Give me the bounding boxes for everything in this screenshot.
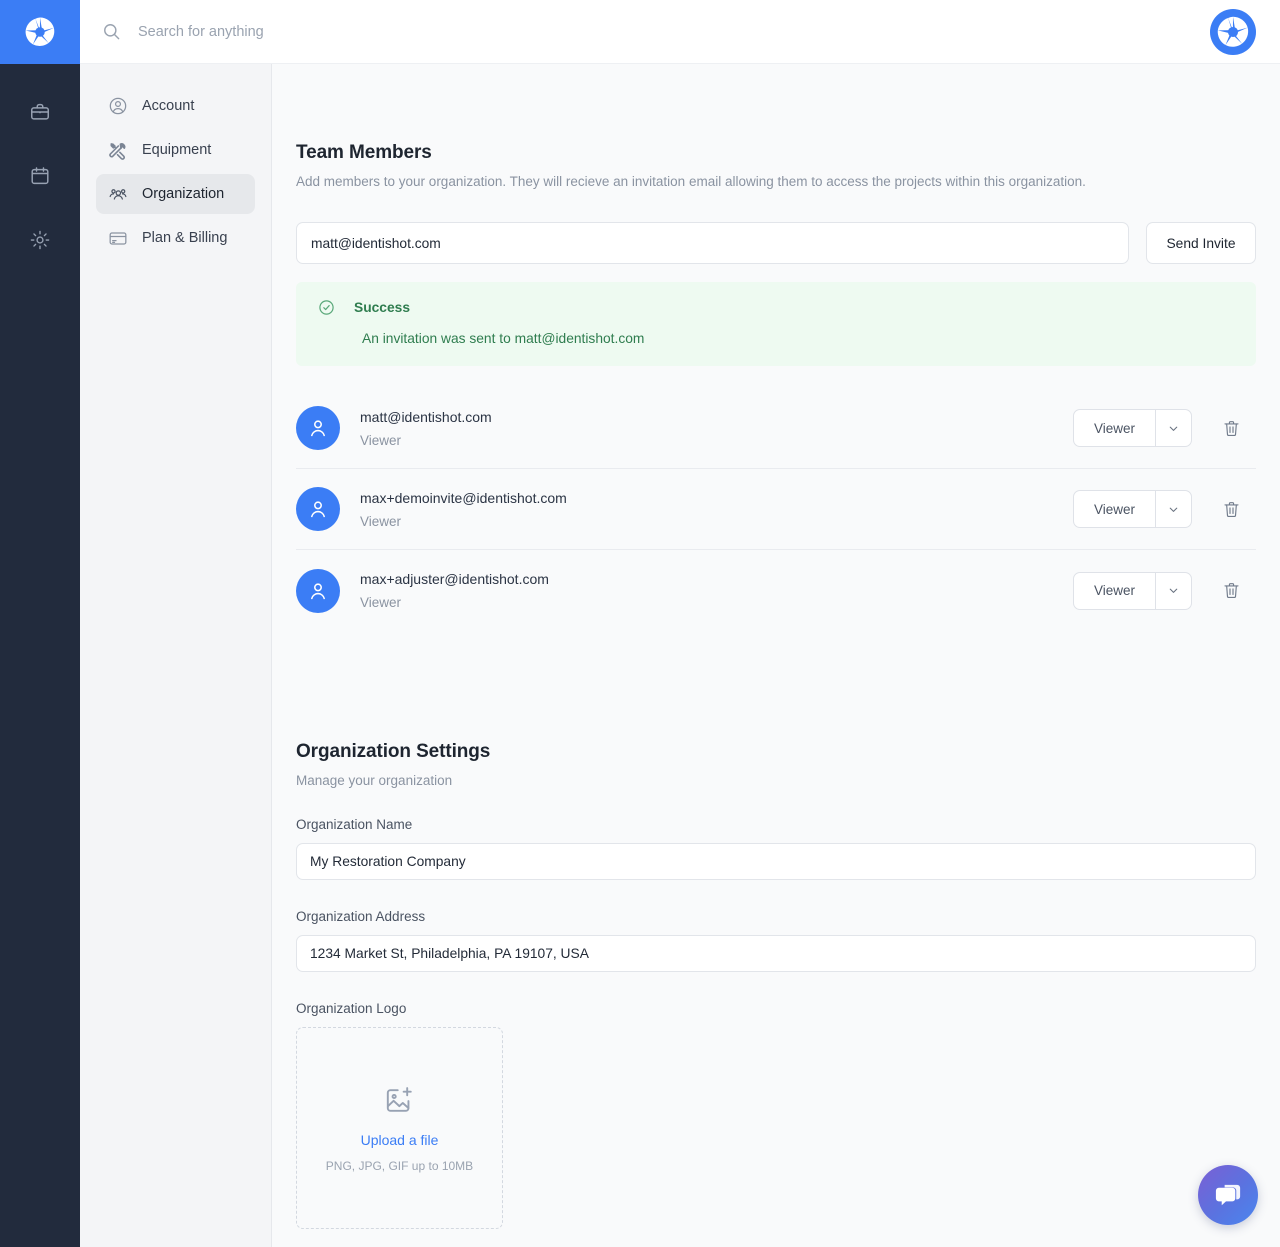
- page-subtitle: Add members to your organization. They w…: [296, 174, 1086, 189]
- sidebar-item-calendar[interactable]: [0, 144, 80, 208]
- tools-icon: [108, 140, 128, 160]
- org-address-field: Organization Address: [296, 909, 1256, 972]
- delete-member-button[interactable]: [1206, 500, 1256, 519]
- member-role: Viewer: [360, 595, 402, 610]
- trash-icon: [1223, 420, 1239, 436]
- member-info: max+adjuster@identishot.com Viewer: [360, 571, 1073, 610]
- chevron-down-icon[interactable]: [1156, 491, 1191, 527]
- delete-member-button[interactable]: [1206, 581, 1256, 600]
- briefcase-icon: [31, 103, 49, 120]
- member-info: max+demoinvite@identishot.com Viewer: [360, 490, 1073, 529]
- role-dropdown[interactable]: Viewer: [1073, 490, 1192, 528]
- main-panel: Team Members Add members to your organiz…: [272, 64, 1280, 1247]
- sidebar-item-label: Equipment: [142, 142, 212, 158]
- settings-sidebar: Account Equipment Organization Plan & Bi…: [80, 64, 272, 1247]
- chevron-down-icon[interactable]: [1156, 410, 1191, 446]
- avatar[interactable]: [1210, 8, 1256, 55]
- search-bar[interactable]: [102, 22, 1210, 41]
- sidebar-item-settings[interactable]: [0, 208, 80, 272]
- avatar: [296, 406, 340, 450]
- org-settings-title: Organization Settings: [296, 741, 491, 762]
- app-logo[interactable]: [0, 0, 80, 64]
- rail-item-list: [0, 64, 80, 272]
- org-logo-field: Organization Logo Upload a file PNG, JPG…: [296, 1001, 1256, 1229]
- sidebar-item-account[interactable]: Account: [96, 86, 255, 126]
- role-dropdown[interactable]: Viewer: [1073, 409, 1192, 447]
- trash-icon: [1223, 583, 1239, 599]
- success-alert: Success An invitation was sent to matt@i…: [296, 282, 1256, 366]
- credit-card-icon: [108, 228, 128, 248]
- alert-title: Success: [354, 300, 410, 315]
- role-dropdown-value[interactable]: Viewer: [1074, 572, 1156, 609]
- org-name-label: Organization Name: [296, 817, 413, 832]
- org-address-label: Organization Address: [296, 909, 426, 924]
- app-root: Account Equipment: [0, 0, 1280, 1247]
- image-plus-icon: [386, 1086, 412, 1112]
- user-icon: [311, 501, 325, 518]
- primary-sidebar: [0, 0, 80, 1247]
- org-name-input[interactable]: [296, 843, 1256, 880]
- role-dropdown[interactable]: Viewer: [1073, 571, 1192, 610]
- send-invite-button[interactable]: Send Invite: [1146, 222, 1256, 264]
- aperture-icon: [1217, 16, 1249, 47]
- avatar: [296, 487, 340, 531]
- calendar-icon: [31, 167, 49, 185]
- sidebar-item-equipment[interactable]: Equipment: [96, 130, 255, 170]
- sidebar-item-projects[interactable]: [0, 80, 80, 144]
- avatar: [296, 568, 340, 613]
- chevron-down-icon: [1169, 426, 1178, 431]
- org-settings-subtitle: Manage your organization: [296, 773, 453, 788]
- member-email: matt@identishot.com: [360, 408, 492, 425]
- role-dropdown-value[interactable]: Viewer: [1074, 410, 1156, 446]
- org-name-field: Organization Name: [296, 817, 1256, 880]
- sidebar-item-label: Account: [142, 98, 195, 114]
- aperture-icon: [25, 17, 55, 46]
- organization-settings-section: Organization Settings Manage your organi…: [296, 741, 1256, 1229]
- alert-header: Success: [318, 299, 1236, 316]
- sidebar-item-organization[interactable]: Organization: [96, 174, 255, 214]
- invite-row: Send Invite: [296, 222, 1256, 264]
- gear-icon: [30, 230, 50, 250]
- table-row: max+adjuster@identishot.com Viewer Viewer: [296, 550, 1256, 631]
- member-role: Viewer: [360, 432, 402, 448]
- sidebar-item-plan-billing[interactable]: Plan & Billing: [96, 218, 255, 258]
- org-address-input[interactable]: [296, 935, 1256, 972]
- user-icon: [311, 420, 325, 437]
- chat-widget-button[interactable]: [1198, 1165, 1258, 1225]
- people-group-icon: [108, 184, 128, 204]
- invite-email-input[interactable]: [296, 222, 1129, 264]
- top-bar: [80, 0, 1280, 64]
- alert-message: An invitation was sent to matt@identisho…: [362, 331, 645, 346]
- user-icon: [311, 582, 325, 599]
- search-input[interactable]: [138, 23, 578, 40]
- page-title: Team Members: [296, 142, 432, 163]
- upload-file-link[interactable]: Upload a file: [361, 1132, 439, 1148]
- table-row: matt@identishot.com Viewer Viewer: [296, 388, 1256, 469]
- user-circle-icon: [108, 96, 128, 116]
- member-email: max+adjuster@identishot.com: [360, 571, 549, 587]
- sidebar-item-label: Organization: [142, 186, 225, 202]
- chevron-down-icon[interactable]: [1156, 573, 1191, 609]
- search-icon: [104, 24, 120, 40]
- chat-bubbles-icon: [1215, 1184, 1240, 1205]
- content-area: Account Equipment Organization Plan & Bi…: [80, 64, 1280, 1247]
- check-circle-icon: [319, 300, 334, 315]
- member-list: matt@identishot.com Viewer Viewer max+demoi…: [296, 388, 1256, 631]
- org-logo-label: Organization Logo: [296, 1001, 407, 1016]
- main-column: Account Equipment: [80, 0, 1280, 1247]
- member-email: max+demoinvite@identishot.com: [360, 489, 567, 506]
- member-role: Viewer: [360, 513, 402, 529]
- upload-hint: PNG, JPG, GIF up to 10MB: [325, 1158, 474, 1173]
- table-row: max+demoinvite@identishot.com Viewer Viewe…: [296, 469, 1256, 550]
- role-dropdown-value[interactable]: Viewer: [1074, 491, 1156, 527]
- chevron-down-icon: [1169, 588, 1178, 593]
- member-info: matt@identishot.com Viewer: [360, 409, 1073, 448]
- delete-member-button[interactable]: [1206, 419, 1256, 438]
- chevron-down-icon: [1169, 507, 1178, 512]
- logo-dropzone[interactable]: Upload a file PNG, JPG, GIF up to 10MB: [296, 1027, 503, 1229]
- trash-icon: [1223, 501, 1239, 517]
- sidebar-item-label: Plan & Billing: [142, 230, 228, 246]
